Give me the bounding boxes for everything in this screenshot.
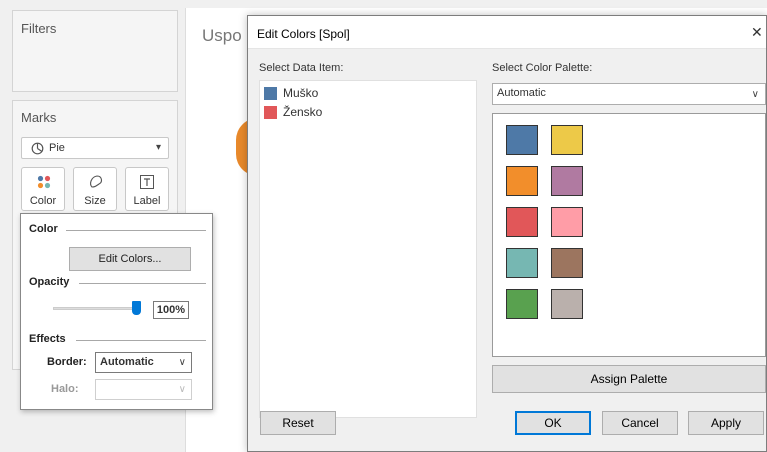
edit-colors-dialog: Edit Colors [Spol] ✕ Select Data Item: M… bbox=[247, 15, 767, 452]
palette-swatch[interactable] bbox=[506, 289, 538, 319]
data-item-swatch bbox=[264, 106, 277, 119]
palette-swatch[interactable] bbox=[551, 166, 583, 196]
data-item-list[interactable]: Muško Žensko bbox=[259, 80, 477, 418]
color-popup: Color Edit Colors... Opacity 100% Effect… bbox=[20, 213, 213, 410]
data-item-zensko[interactable]: Žensko bbox=[264, 104, 464, 121]
close-icon[interactable]: ✕ bbox=[751, 24, 763, 41]
sheet-title: Uspo bbox=[202, 26, 242, 45]
color-dots-icon bbox=[37, 175, 51, 192]
reset-button[interactable]: Reset bbox=[260, 411, 336, 435]
color-mark-button[interactable]: Color bbox=[21, 167, 65, 211]
chevron-down-icon: ∨ bbox=[178, 384, 186, 395]
mark-type-dropdown[interactable]: Pie ▾ bbox=[21, 137, 169, 159]
opacity-slider-track bbox=[53, 307, 141, 310]
assign-palette-button[interactable]: Assign Palette bbox=[492, 365, 766, 393]
palette-value: Automatic bbox=[497, 87, 546, 99]
palette-grid bbox=[492, 113, 766, 357]
dialog-title: Edit Colors [Spol] bbox=[257, 27, 350, 41]
opacity-section-label: Opacity bbox=[29, 276, 70, 288]
pie-icon bbox=[31, 142, 44, 158]
data-item-swatch bbox=[264, 87, 277, 100]
mark-type-label: Pie bbox=[49, 142, 65, 154]
label-mark-label: Label bbox=[133, 195, 161, 207]
size-mark-label: Size bbox=[84, 195, 106, 207]
effects-section-rule bbox=[76, 340, 206, 341]
cancel-button[interactable]: Cancel bbox=[602, 411, 678, 435]
palette-swatch[interactable] bbox=[551, 248, 583, 278]
palette-swatch[interactable] bbox=[551, 207, 583, 237]
palette-swatch[interactable] bbox=[506, 166, 538, 196]
ok-button[interactable]: OK bbox=[515, 411, 591, 435]
text-label-icon bbox=[140, 175, 154, 192]
palette-swatch[interactable] bbox=[551, 289, 583, 319]
border-dropdown[interactable]: Automatic ∨ bbox=[95, 352, 192, 373]
label-mark-button[interactable]: Label bbox=[125, 167, 169, 211]
data-item-label: Žensko bbox=[283, 105, 323, 119]
opacity-slider[interactable] bbox=[53, 301, 141, 317]
palette-swatch[interactable] bbox=[551, 125, 583, 155]
halo-label: Halo: bbox=[51, 383, 79, 395]
color-mark-label: Color bbox=[29, 195, 57, 207]
select-data-item-label: Select Data Item: bbox=[259, 62, 344, 74]
chevron-down-icon: ▾ bbox=[156, 142, 162, 153]
opacity-section-rule bbox=[79, 283, 206, 284]
edit-colors-button[interactable]: Edit Colors... bbox=[69, 247, 191, 271]
palette-swatch[interactable] bbox=[506, 248, 538, 278]
halo-dropdown: ∨ bbox=[95, 379, 192, 400]
size-icon bbox=[88, 174, 104, 193]
palette-swatch[interactable] bbox=[506, 207, 538, 237]
select-palette-label: Select Color Palette: bbox=[492, 62, 593, 74]
data-item-musko[interactable]: Muško bbox=[264, 85, 464, 102]
palette-dropdown[interactable]: Automatic ∨ bbox=[492, 83, 766, 105]
opacity-value-field[interactable]: 100% bbox=[153, 301, 189, 319]
filters-title: Filters bbox=[21, 21, 57, 36]
effects-section-label: Effects bbox=[29, 333, 66, 345]
chevron-down-icon: ∨ bbox=[178, 357, 186, 368]
filters-shelf[interactable]: Filters bbox=[12, 10, 178, 92]
opacity-slider-thumb[interactable] bbox=[132, 301, 141, 315]
color-section-rule bbox=[66, 230, 206, 231]
size-mark-button[interactable]: Size bbox=[73, 167, 117, 211]
apply-button[interactable]: Apply bbox=[688, 411, 764, 435]
border-label: Border: bbox=[47, 356, 87, 368]
palette-swatch[interactable] bbox=[506, 125, 538, 155]
color-section-label: Color bbox=[29, 223, 58, 235]
marks-title: Marks bbox=[21, 110, 57, 125]
data-item-label: Muško bbox=[283, 86, 319, 100]
dialog-titlebar[interactable]: Edit Colors [Spol] ✕ bbox=[248, 16, 766, 49]
border-value: Automatic bbox=[100, 356, 154, 368]
chevron-down-icon: ∨ bbox=[751, 89, 759, 100]
